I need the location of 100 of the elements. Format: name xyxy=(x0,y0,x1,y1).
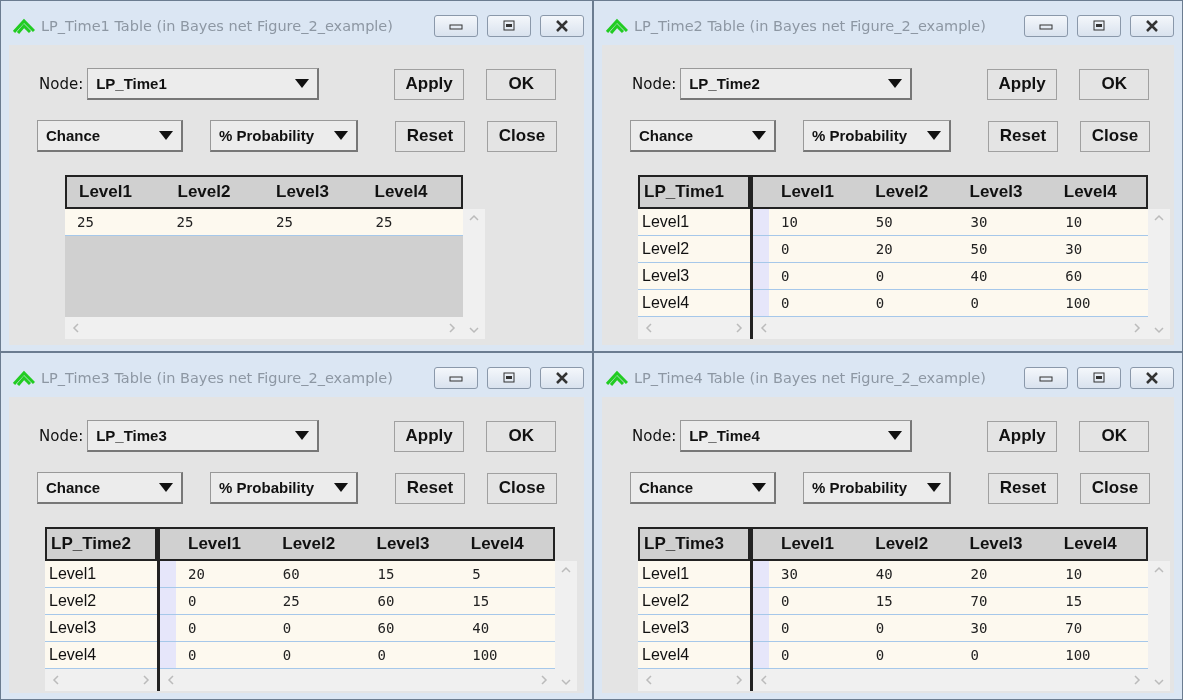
node-type-dropdown[interactable]: Chance xyxy=(630,120,776,152)
table-cell-text: 20 xyxy=(187,566,206,582)
close-dialog-button[interactable]: Close xyxy=(487,472,557,504)
maximize-button[interactable] xyxy=(487,15,531,37)
minimize-icon xyxy=(449,374,463,382)
display-mode-dropdown[interactable]: % Probability xyxy=(803,120,951,152)
maximize-button[interactable] xyxy=(1077,15,1121,37)
node-type-dropdown[interactable]: Chance xyxy=(37,120,183,152)
ok-button[interactable]: OK xyxy=(1079,68,1150,100)
row-gutter xyxy=(753,290,769,316)
ok-button[interactable]: OK xyxy=(486,68,557,100)
scroll-right-icon[interactable] xyxy=(141,675,151,685)
scroll-left-icon[interactable] xyxy=(644,323,654,333)
scroll-right-icon[interactable] xyxy=(1132,323,1142,333)
close-dialog-button[interactable]: Close xyxy=(1080,120,1150,152)
scroll-up-icon[interactable] xyxy=(561,565,571,575)
scroll-left-icon[interactable] xyxy=(166,675,176,685)
minimize-button[interactable] xyxy=(1024,367,1068,389)
scroll-up-icon[interactable] xyxy=(469,213,479,223)
close-dialog-button[interactable]: Close xyxy=(1080,472,1150,504)
scroll-right-icon[interactable] xyxy=(1132,675,1142,685)
scrollbar[interactable] xyxy=(463,209,485,339)
close-icon xyxy=(555,20,569,32)
node-type-dropdown[interactable]: Chance xyxy=(630,472,776,504)
row-gutter xyxy=(160,561,176,587)
scroll-left-icon[interactable] xyxy=(71,323,81,333)
row-gutter xyxy=(753,642,769,668)
scrollbar[interactable] xyxy=(638,669,750,691)
row-header: Level2 xyxy=(638,236,750,263)
row-header: Level3 xyxy=(638,615,750,642)
row-gutter xyxy=(753,209,769,235)
table-cell-text: 10 xyxy=(780,214,799,230)
scroll-right-icon[interactable] xyxy=(734,323,744,333)
table-cell-text: 20 xyxy=(874,241,894,257)
scroll-down-icon[interactable] xyxy=(1154,325,1164,335)
node-dropdown[interactable]: LP_Time3 xyxy=(87,420,320,452)
scrollbar[interactable] xyxy=(555,561,577,691)
close-button[interactable] xyxy=(1130,367,1174,389)
node-dropdown[interactable]: LP_Time2 xyxy=(680,68,913,100)
row-header: Level1 xyxy=(638,561,750,588)
scrollbar[interactable] xyxy=(45,669,157,691)
scroll-right-icon[interactable] xyxy=(539,675,549,685)
app-logo-icon xyxy=(606,18,628,34)
minimize-button[interactable] xyxy=(434,15,478,37)
ok-button[interactable]: OK xyxy=(486,420,557,452)
minimize-button[interactable] xyxy=(1024,15,1068,37)
column-header: LP_Time3 xyxy=(643,534,725,554)
apply-button[interactable]: Apply xyxy=(394,68,465,100)
scroll-left-icon[interactable] xyxy=(759,323,769,333)
scrollbar[interactable] xyxy=(1148,561,1170,691)
window-title: LP_Time2 Table (in Bayes net Figure_2_example) xyxy=(634,18,987,34)
node-dropdown[interactable]: LP_Time1 xyxy=(87,68,320,100)
reset-button[interactable]: Reset xyxy=(395,120,465,152)
apply-button[interactable]: Apply xyxy=(394,420,465,452)
scrollbar[interactable] xyxy=(638,317,750,339)
scroll-right-icon[interactable] xyxy=(447,323,457,333)
minimize-button[interactable] xyxy=(434,367,478,389)
node-label: Node: xyxy=(39,427,84,445)
apply-button[interactable]: Apply xyxy=(987,68,1058,100)
maximize-button[interactable] xyxy=(487,367,531,389)
ok-button[interactable]: OK xyxy=(1079,420,1150,452)
reset-button[interactable]: Reset xyxy=(988,120,1058,152)
close-button[interactable] xyxy=(540,367,584,389)
table-cell-text: 0 xyxy=(874,620,886,636)
caret-icon xyxy=(334,483,348,492)
display-mode-dropdown[interactable]: % Probability xyxy=(803,472,951,504)
scroll-down-icon[interactable] xyxy=(561,677,571,687)
scroll-down-icon[interactable] xyxy=(469,325,479,335)
close-button[interactable] xyxy=(1130,15,1174,37)
table-cell-text: 0 xyxy=(780,268,791,284)
display-mode-dropdown[interactable]: % Probability xyxy=(210,472,358,504)
scroll-right-icon[interactable] xyxy=(734,675,744,685)
row-gutter xyxy=(160,588,176,614)
scrollbar[interactable] xyxy=(753,317,1148,339)
row-gutter xyxy=(753,236,769,262)
caret-icon xyxy=(159,131,173,140)
scrollbar[interactable] xyxy=(160,669,555,691)
caret-icon xyxy=(888,79,903,88)
scrollbar[interactable] xyxy=(1148,209,1170,339)
scrollbar[interactable] xyxy=(753,669,1148,691)
reset-button[interactable]: Reset xyxy=(988,472,1058,504)
maximize-button[interactable] xyxy=(1077,367,1121,389)
scroll-up-icon[interactable] xyxy=(1154,565,1164,575)
row-header: Level4 xyxy=(45,642,157,669)
scroll-down-icon[interactable] xyxy=(1154,677,1164,687)
close-button[interactable] xyxy=(540,15,584,37)
display-mode-dropdown[interactable]: % Probability xyxy=(210,120,358,152)
scroll-left-icon[interactable] xyxy=(759,675,769,685)
scrollbar[interactable] xyxy=(65,317,463,339)
node-dropdown[interactable]: LP_Time4 xyxy=(680,420,913,452)
scroll-left-icon[interactable] xyxy=(644,675,654,685)
node-type-dropdown[interactable]: Chance xyxy=(37,472,183,504)
close-dialog-button[interactable]: Close xyxy=(487,120,557,152)
scroll-left-icon[interactable] xyxy=(51,675,61,685)
caret-icon xyxy=(752,483,766,492)
apply-button[interactable]: Apply xyxy=(987,420,1058,452)
row-header: Level3 xyxy=(45,615,157,642)
table-cell-text: 20 xyxy=(969,566,989,582)
scroll-up-icon[interactable] xyxy=(1154,213,1164,223)
reset-button[interactable]: Reset xyxy=(395,472,465,504)
